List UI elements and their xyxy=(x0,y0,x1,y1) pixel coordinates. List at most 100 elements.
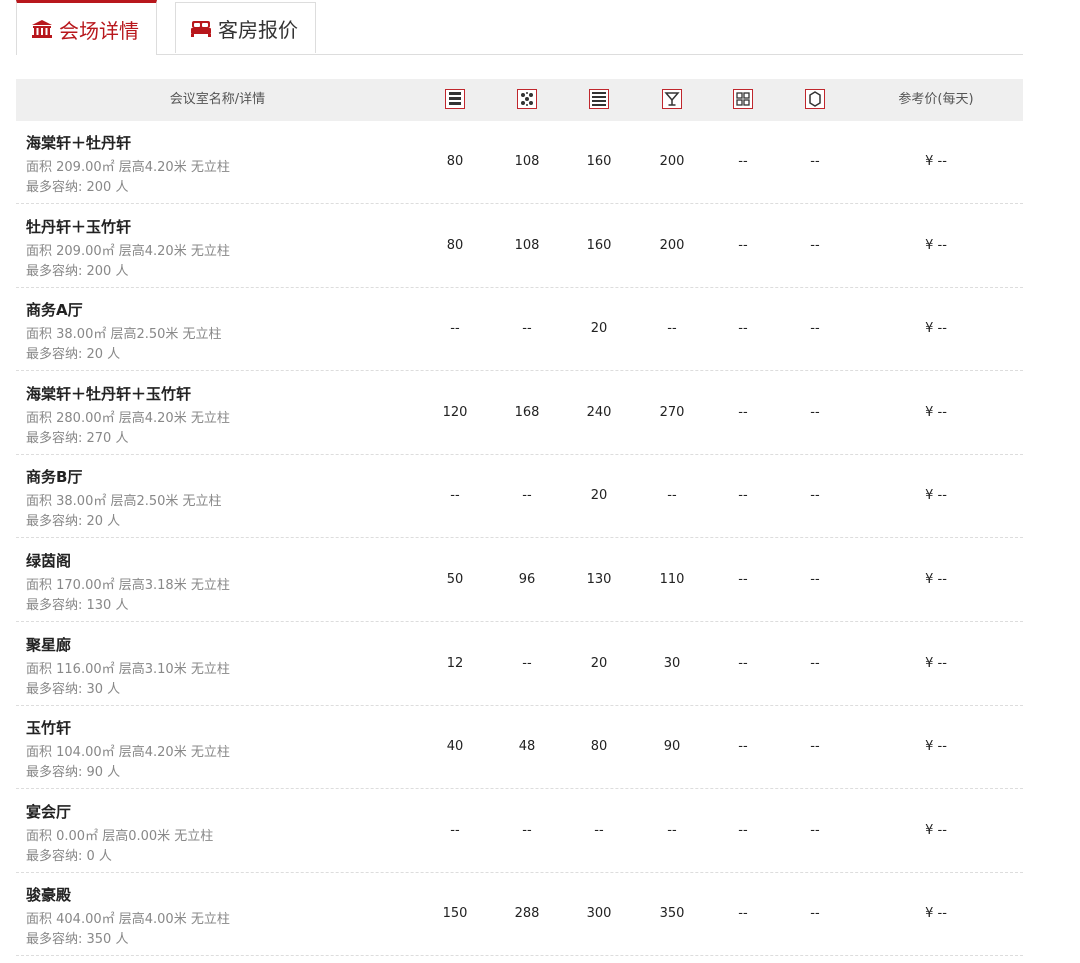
u-shape-capacity: -- xyxy=(810,154,820,169)
room-capacity: 最多容纳: 90 人 xyxy=(26,765,121,781)
theatre-capacity: 40 xyxy=(446,739,464,755)
banquet-capacity: -- xyxy=(522,488,532,504)
room-capacity: 最多容纳: 130 人 xyxy=(26,598,129,613)
theatre-capacity: 150 xyxy=(442,906,468,922)
room-details: 面积 0.00㎡ 层高0.00米 无立柱 xyxy=(26,828,214,844)
classroom-capacity: 20 xyxy=(590,321,608,337)
u-shape-capacity: -- xyxy=(810,822,820,838)
room-name: 骏豪殿 xyxy=(26,886,72,905)
reference-price: ¥ -- xyxy=(925,739,947,755)
theatre-capacity: 50 xyxy=(446,572,464,587)
cocktail-capacity: 270 xyxy=(659,404,685,420)
board-capacity: -- xyxy=(738,321,748,337)
reference-price: ¥ -- xyxy=(925,906,947,922)
tab-room-rates[interactable]: 客房报价 xyxy=(175,2,316,53)
board-capacity: -- xyxy=(738,237,748,253)
reference-price: ¥ -- xyxy=(925,572,947,587)
room-name: 聚星廊 xyxy=(26,635,72,654)
board-capacity: -- xyxy=(738,822,748,838)
banquet-capacity: 48 xyxy=(518,739,536,755)
room-capacity: 最多容纳: 20 人 xyxy=(26,347,121,363)
cocktail-capacity: -- xyxy=(667,822,677,838)
theatre-layout-icon xyxy=(445,89,465,109)
room-name: 玉竹轩 xyxy=(26,719,72,738)
board-capacity: -- xyxy=(738,572,748,587)
classroom-capacity: 80 xyxy=(590,739,608,755)
board-capacity: -- xyxy=(738,154,748,169)
table-row: 商务A厅面积 38.00㎡ 层高2.50米 无立柱 最多容纳: 20 人 -- -- 2… xyxy=(16,288,1023,372)
cocktail-capacity: 200 xyxy=(659,237,685,253)
room-details: 面积 209.00㎡ 层高4.20米 无立柱 xyxy=(26,243,230,259)
reference-price: ¥ -- xyxy=(925,655,947,671)
room-details: 面积 38.00㎡ 层高2.50米 无立柱 xyxy=(26,494,222,510)
u-shape-capacity: -- xyxy=(810,655,820,671)
theatre-capacity: -- xyxy=(450,822,460,838)
tab-bar: 会场详情 客房报价 xyxy=(16,0,1023,55)
banquet-capacity: -- xyxy=(522,822,532,838)
u-shape-capacity: -- xyxy=(810,906,820,922)
room-capacity: 最多容纳: 30 人 xyxy=(26,681,121,697)
banquet-capacity: 108 xyxy=(514,237,540,253)
classroom-capacity: 240 xyxy=(586,404,612,420)
classroom-capacity: -- xyxy=(594,822,604,838)
room-details: 面积 116.00㎡ 层高3.10米 无立柱 xyxy=(26,661,230,677)
reference-price: ¥ -- xyxy=(925,488,947,504)
u-shape-layout-icon xyxy=(805,89,825,109)
table-row: 玉竹轩 面积 104.00㎡ 层高4.20米 无立柱 最多容纳: 90 人 40 48 8… xyxy=(16,706,1023,790)
room-name: 宴会厅 xyxy=(26,802,72,821)
banquet-capacity: 108 xyxy=(514,154,540,169)
banquet-capacity: 168 xyxy=(514,404,540,420)
room-name: 绿茵阁 xyxy=(26,552,72,570)
tab-label: 客房报价 xyxy=(218,17,298,42)
table-row: 牡丹轩＋玉竹轩 面积 209.00㎡ 层高4.20米 无立柱 最多容纳: 200 人… xyxy=(16,205,1023,288)
theatre-capacity: 80 xyxy=(446,154,464,169)
cocktail-capacity: 350 xyxy=(659,906,685,922)
reference-price: ¥ -- xyxy=(925,237,947,253)
tab-venue-details[interactable]: 会场详情 xyxy=(16,0,157,55)
board-capacity: -- xyxy=(738,739,748,755)
reference-price: ¥ -- xyxy=(925,822,947,838)
cocktail-capacity: 30 xyxy=(663,655,681,671)
room-capacity: 最多容纳: 200 人 xyxy=(26,180,129,195)
classroom-capacity: 300 xyxy=(586,906,612,922)
theatre-capacity: -- xyxy=(450,321,460,337)
banquet-capacity: 96 xyxy=(518,572,536,587)
board-capacity: -- xyxy=(738,488,748,504)
table-row: 骏豪殿 面积 404.00㎡ 层高4.00米 无立柱 最多容纳: 350 人 150 2… xyxy=(16,873,1023,957)
room-details: 面积 209.00㎡ 层高4.20米 无立柱 xyxy=(26,160,230,175)
room-details: 面积 38.00㎡ 层高2.50米 无立柱 xyxy=(26,327,222,343)
room-name: 商务A厅 xyxy=(26,301,83,320)
board-layout-icon xyxy=(733,89,753,109)
classroom-capacity: 130 xyxy=(586,572,612,587)
header-price: 参考价(每天) xyxy=(898,92,974,107)
classroom-capacity: 20 xyxy=(590,488,608,504)
table-row: 绿茵阁 面积 170.00㎡ 层高3.18米 无立柱 最多容纳: 130 人 50 96… xyxy=(16,539,1023,622)
u-shape-capacity: -- xyxy=(810,739,820,755)
reference-price: ¥ -- xyxy=(925,154,947,169)
reference-price: ¥ -- xyxy=(925,404,947,420)
banquet-capacity: 288 xyxy=(514,906,540,922)
room-name: 商务B厅 xyxy=(26,468,83,487)
cocktail-capacity: 200 xyxy=(659,154,685,169)
room-capacity: 最多容纳: 200 人 xyxy=(26,263,129,279)
room-details: 面积 280.00㎡ 层高4.20米 无立柱 xyxy=(26,410,230,426)
cocktail-layout-icon xyxy=(662,89,682,109)
room-name: 海棠轩＋牡丹轩 xyxy=(26,134,132,152)
tab-label: 会场详情 xyxy=(59,18,139,43)
cocktail-capacity: -- xyxy=(667,321,677,337)
u-shape-capacity: -- xyxy=(810,572,820,587)
reference-price: ¥ -- xyxy=(925,321,947,337)
classroom-capacity: 160 xyxy=(586,154,612,169)
classroom-capacity: 20 xyxy=(590,655,608,671)
theatre-capacity: -- xyxy=(450,488,460,504)
u-shape-capacity: -- xyxy=(810,488,820,504)
room-details: 面积 404.00㎡ 层高4.00米 无立柱 xyxy=(26,912,230,928)
cocktail-capacity: 90 xyxy=(663,739,681,755)
cocktail-capacity: 110 xyxy=(659,572,685,587)
u-shape-capacity: -- xyxy=(810,404,820,420)
theatre-capacity: 12 xyxy=(446,655,464,671)
table-row: 商务B厅面积 38.00㎡ 层高2.50米 无立柱 最多容纳: 20 人 -- -- 2… xyxy=(16,455,1023,539)
building-icon xyxy=(32,20,52,38)
room-capacity: 最多容纳: 270 人 xyxy=(26,430,129,446)
room-capacity: 最多容纳: 20 人 xyxy=(26,514,121,530)
